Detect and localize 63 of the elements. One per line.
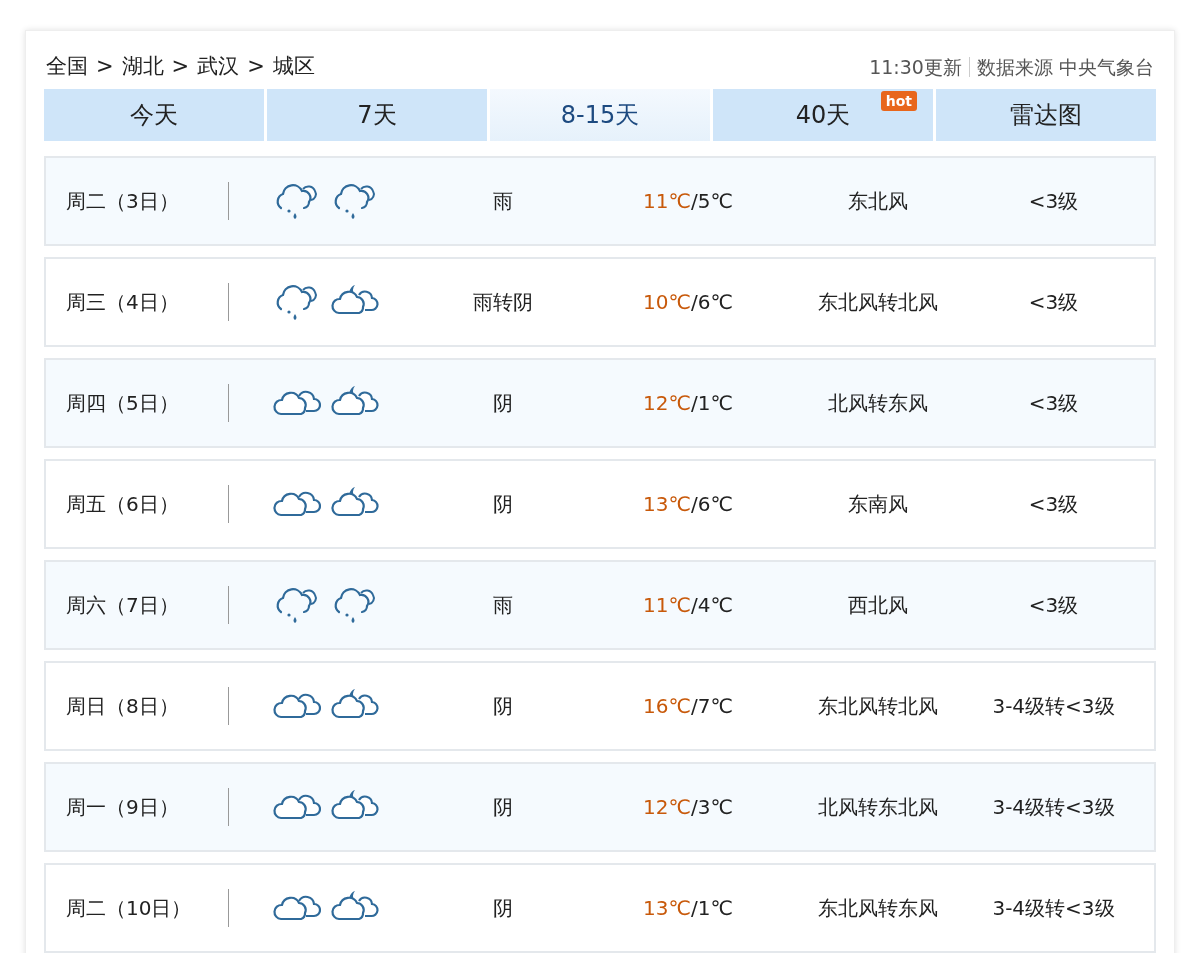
date-label: 周二（10日）	[65, 895, 193, 922]
tab[interactable]: 40天 hot	[713, 89, 933, 141]
low-temperature: /6℃	[691, 289, 733, 316]
tab[interactable]: 7天	[267, 89, 487, 141]
date-label: 周四（5日）	[65, 390, 180, 417]
weather-label: 雨转阴	[472, 289, 534, 316]
wind-level: <3级	[1027, 289, 1080, 316]
date-label: 周三（4日）	[65, 289, 180, 316]
low-temperature: /3℃	[691, 794, 733, 821]
low-temperature: /4℃	[691, 592, 733, 619]
wind-direction: 东北风转北风	[817, 693, 939, 720]
date-label: 周日（8日）	[65, 693, 180, 720]
wind-level: 3-4级转<3级	[991, 794, 1116, 821]
high-temperature: 11℃	[643, 592, 691, 619]
weather-label: 阴	[492, 390, 514, 417]
data-source: 数据来源 中央气象台	[976, 54, 1154, 80]
high-temperature: 13℃	[643, 895, 691, 922]
high-temperature: 12℃	[643, 390, 691, 417]
tab[interactable]: 8-15天	[490, 89, 710, 141]
wind-level: 3-4级转<3级	[991, 693, 1116, 720]
date-label: 周五（6日）	[65, 491, 180, 518]
weather-label: 阴	[492, 794, 514, 821]
weather-label: 阴	[492, 693, 514, 720]
wind-direction: 北风转东风	[827, 390, 929, 417]
wind-level: <3级	[1027, 188, 1080, 215]
breadcrumb-separator: >	[96, 53, 114, 81]
high-temperature: 13℃	[643, 491, 691, 518]
wind-direction: 东北风转北风	[817, 289, 939, 316]
low-temperature: /6℃	[691, 491, 733, 518]
low-temperature: /5℃	[691, 188, 733, 215]
high-temperature: 11℃	[643, 188, 691, 215]
wind-direction: 东北风	[847, 188, 909, 215]
date-label: 周六（7日）	[65, 592, 180, 619]
weather-label: 阴	[492, 895, 514, 922]
wind-level: 3-4级转<3级	[991, 895, 1116, 922]
low-temperature: /1℃	[691, 895, 733, 922]
low-temperature: /7℃	[691, 693, 733, 720]
breadcrumb-link[interactable]: 城区	[272, 51, 315, 83]
breadcrumb-separator: >	[247, 53, 265, 81]
wind-direction: 东北风转东风	[817, 895, 939, 922]
wind-level: <3级	[1027, 390, 1080, 417]
hot-badge: hot	[880, 91, 917, 111]
breadcrumb-link[interactable]: 全国	[46, 51, 88, 83]
wind-direction: 西北风	[847, 592, 909, 619]
high-temperature: 16℃	[643, 693, 691, 720]
tab[interactable]: 雷达图	[936, 89, 1156, 141]
wind-level: <3级	[1027, 491, 1080, 518]
wind-direction: 北风转东北风	[817, 794, 939, 821]
date-label: 周一（9日）	[65, 794, 180, 821]
wind-direction: 东南风	[847, 491, 909, 518]
high-temperature: 12℃	[643, 794, 691, 821]
weather-label: 雨	[492, 592, 514, 619]
high-temperature: 10℃	[643, 289, 691, 316]
breadcrumb-link[interactable]: 湖北	[121, 51, 164, 83]
low-temperature: /1℃	[691, 390, 733, 417]
tab[interactable]: 今天	[44, 89, 264, 141]
weather-label: 阴	[492, 491, 514, 518]
wind-level: <3级	[1027, 592, 1080, 619]
update-time: 11:30更新	[869, 54, 962, 80]
date-label: 周二（3日）	[65, 188, 180, 215]
weather-label: 雨	[492, 188, 514, 215]
breadcrumb-link[interactable]: 武汉	[197, 51, 240, 83]
breadcrumb-separator: >	[171, 53, 190, 81]
